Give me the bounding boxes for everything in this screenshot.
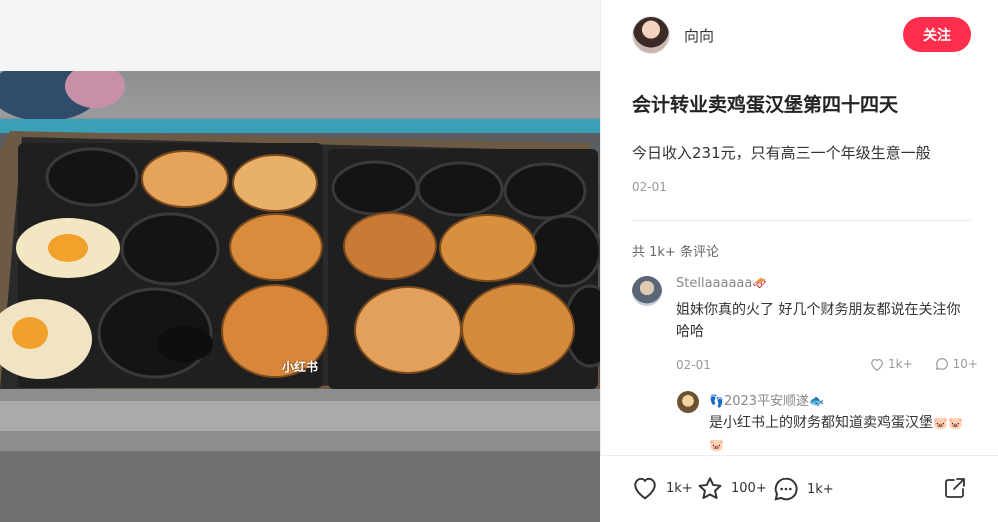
griddle-illustration bbox=[0, 71, 600, 522]
comment-count: 共 1k+ 条评论 bbox=[632, 245, 719, 260]
divider bbox=[632, 220, 972, 221]
comment-total-count: 1k+ bbox=[807, 481, 834, 497]
post-title: 会计转业卖鸡蛋汉堡第四十四天 bbox=[632, 94, 899, 116]
comment-button[interactable]: 1k+ bbox=[773, 476, 834, 502]
reply-username-text[interactable]: 2023平安顺遂 bbox=[724, 394, 809, 409]
post-description: 今日收入231元，只有高三一个年级生意一般 bbox=[632, 144, 931, 162]
like-count: 1k+ bbox=[666, 480, 693, 496]
watermark: 小红书 bbox=[282, 360, 319, 374]
comment-like-button[interactable]: 1k+ bbox=[870, 357, 913, 371]
comment-reply-count: 10+ bbox=[952, 357, 978, 371]
comment-reply-button[interactable]: 10+ bbox=[935, 357, 978, 371]
star-icon bbox=[698, 477, 722, 500]
post-detail-panel: 向向 关注 会计转业卖鸡蛋汉堡第四十四天 今日收入231元，只有高三一个年级生意… bbox=[600, 0, 998, 522]
reply-text: 是小红书上的财务都知道卖鸡蛋汉堡🐷🐷🐷 bbox=[709, 412, 974, 456]
heart-icon bbox=[634, 477, 656, 500]
reply-avatar[interactable] bbox=[677, 391, 699, 413]
collect-count: 100+ bbox=[731, 481, 767, 496]
comment-actions: 1k+ 10+ bbox=[870, 357, 978, 371]
username-emoji: 🛷 bbox=[752, 276, 768, 290]
post-photo: 小红书 bbox=[0, 71, 600, 522]
comment-text: 姐妹你真的火了 好几个财务朋友都说在关注你哈哈 bbox=[676, 302, 961, 340]
chat-bubble-icon bbox=[774, 477, 798, 501]
engagement-bar: 1k+ 100+ 1k+ bbox=[600, 455, 998, 522]
heart-icon bbox=[871, 358, 883, 371]
reply-username[interactable]: 👣2023平安顺遂🐟 bbox=[709, 390, 824, 409]
author-avatar[interactable] bbox=[632, 16, 670, 54]
post-media[interactable]: 小红书 bbox=[0, 0, 600, 522]
comment-date: 02-01 bbox=[676, 358, 711, 372]
chat-bubble-icon bbox=[935, 358, 948, 371]
share-button[interactable] bbox=[943, 476, 967, 500]
author-name[interactable]: 向向 bbox=[684, 25, 714, 46]
author-info[interactable]: 向向 bbox=[632, 16, 714, 54]
reply-text-body: 是小红书上的财务都知道卖鸡蛋汉堡 bbox=[709, 415, 933, 431]
follow-button[interactable]: 关注 bbox=[903, 17, 971, 52]
post-date: 02-01 bbox=[632, 180, 667, 194]
collect-button[interactable]: 100+ bbox=[697, 476, 767, 501]
share-icon bbox=[945, 478, 965, 498]
comment-avatar[interactable] bbox=[632, 276, 662, 306]
comment-username-text[interactable]: Stellaaaaaa bbox=[676, 276, 752, 291]
like-button[interactable]: 1k+ bbox=[632, 476, 693, 500]
comment-username[interactable]: Stellaaaaaa🛷 bbox=[676, 276, 767, 291]
comment-like-count: 1k+ bbox=[888, 357, 913, 371]
username-prefix-emoji: 👣 bbox=[709, 394, 724, 408]
username-emoji: 🐟 bbox=[809, 394, 824, 408]
